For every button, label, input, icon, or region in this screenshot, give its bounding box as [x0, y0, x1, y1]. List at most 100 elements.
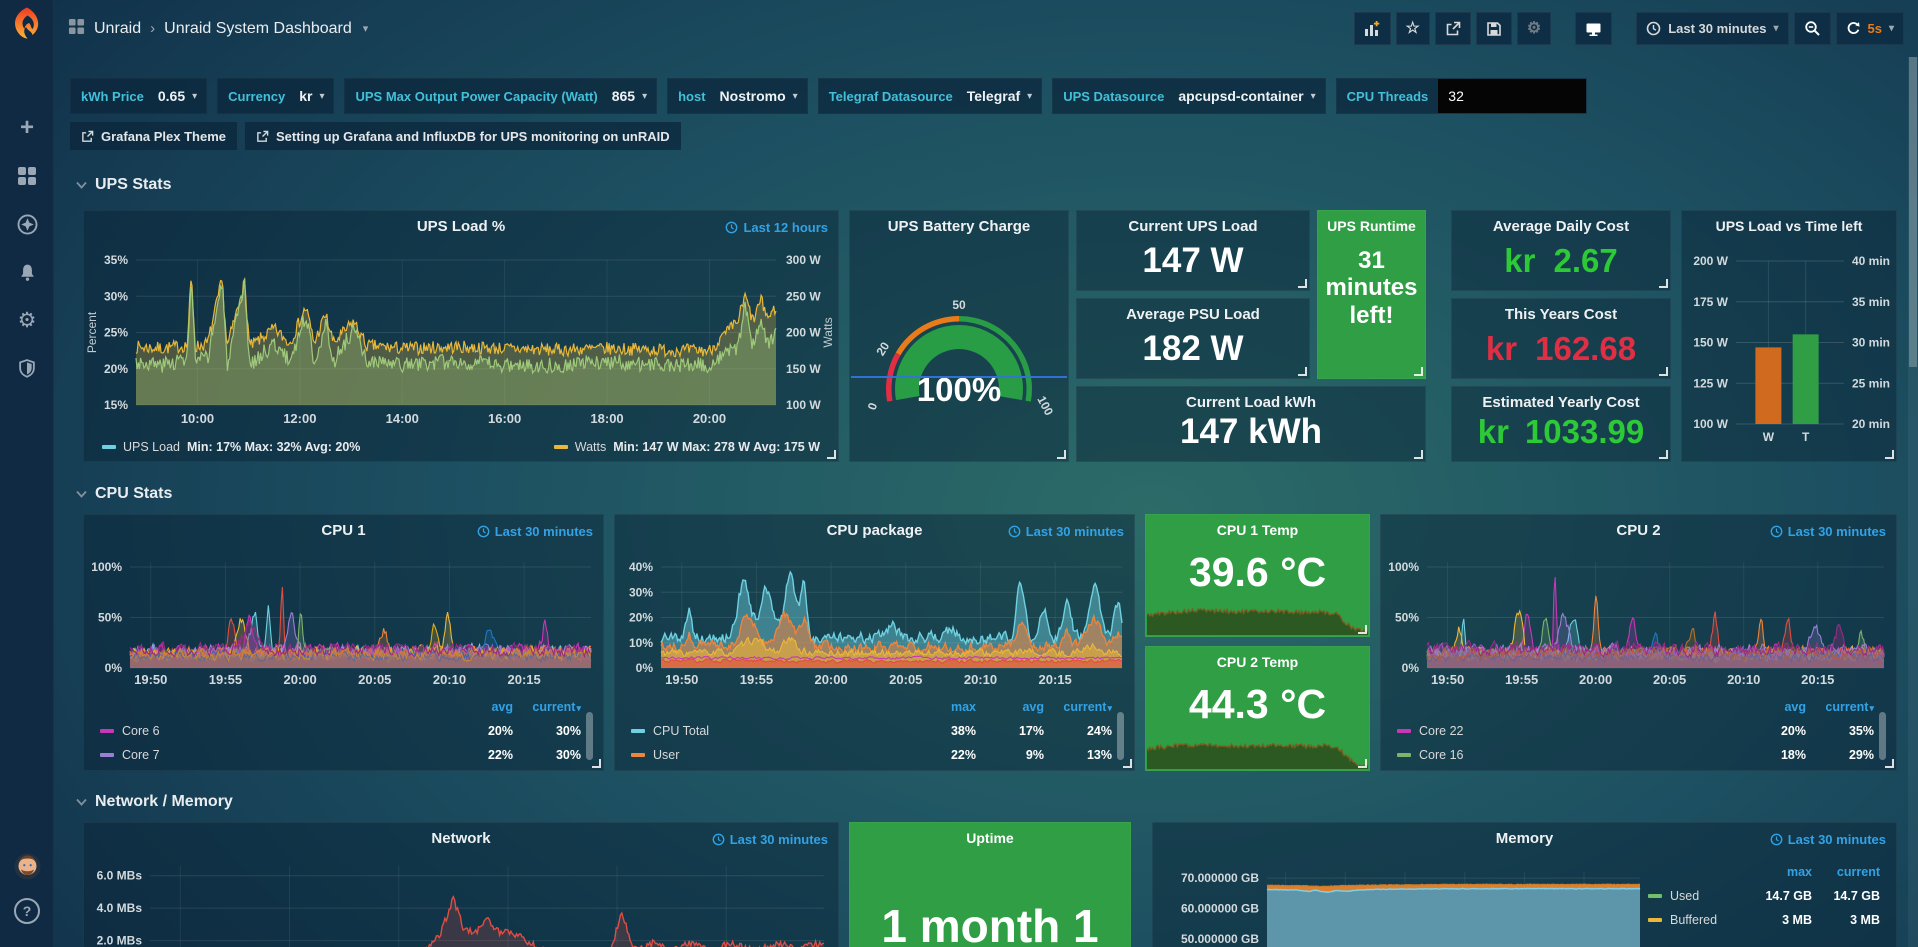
refresh-button[interactable]: 5s ▾: [1836, 12, 1905, 45]
panel-resize-handle[interactable]: [1057, 450, 1066, 459]
variable-value[interactable]: apcupsd-container: [1174, 88, 1307, 104]
panel-resize-handle[interactable]: [1298, 279, 1307, 288]
legend-series-name[interactable]: Core 7: [122, 748, 445, 762]
legend-series-name[interactable]: Used: [1670, 889, 1744, 903]
legend-column-avg[interactable]: avg: [1738, 700, 1806, 714]
variable-ups-datasource[interactable]: UPS Datasourceapcupsd-container▾: [1052, 78, 1325, 114]
panel-resize-handle[interactable]: [1358, 759, 1367, 768]
variable-ups-max-output-power-capacity-watt[interactable]: UPS Max Output Power Capacity (Watt)865▾: [344, 78, 657, 114]
tv-mode-button[interactable]: [1575, 12, 1612, 45]
panel-title[interactable]: UPS Load vs Time left: [1682, 218, 1896, 234]
panel-resize-handle[interactable]: [592, 759, 601, 768]
panel-title[interactable]: CPU 2 Temp: [1146, 654, 1369, 670]
ups-load-vs-time-chart[interactable]: 200 W175 W150 W125 W100 W40 min35 min30 …: [1682, 211, 1896, 461]
section-cpu-stats[interactable]: CPU Stats: [76, 485, 172, 503]
variable-label: UPS Max Output Power Capacity (Watt): [345, 89, 607, 104]
panel-title[interactable]: Uptime: [850, 830, 1130, 846]
variable-value[interactable]: Nostromo: [716, 88, 790, 104]
user-avatar[interactable]: [0, 848, 54, 884]
svg-text:20:10: 20:10: [964, 672, 997, 687]
legend-series-name[interactable]: User: [653, 748, 908, 762]
legend-column-current[interactable]: current▾: [513, 700, 581, 714]
grafana-logo-icon[interactable]: [10, 6, 44, 40]
legend-series-name[interactable]: UPS Load: [123, 440, 180, 454]
legend-series-name[interactable]: Core 22: [1419, 724, 1738, 738]
panel-resize-handle[interactable]: [1659, 367, 1668, 376]
variable-host[interactable]: hostNostromo▾: [667, 78, 808, 114]
panel-resize-handle[interactable]: [1885, 450, 1894, 459]
panel-title[interactable]: Estimated Yearly Cost: [1452, 394, 1670, 411]
panel-title[interactable]: This Years Cost: [1452, 306, 1670, 323]
help-icon[interactable]: ?: [0, 893, 54, 929]
legend-scrollbar[interactable]: [1879, 712, 1886, 760]
ups-battery-gauge[interactable]: 02050100100%: [850, 211, 1068, 461]
star-dashboard-button[interactable]: ☆: [1396, 12, 1430, 45]
create-plus-icon[interactable]: +: [0, 110, 54, 146]
legend-column-current[interactable]: current▾: [1806, 700, 1874, 714]
variable-telegraf-datasource[interactable]: Telegraf DatasourceTelegraf▾: [818, 78, 1043, 114]
variable-input[interactable]: [1438, 79, 1586, 113]
time-range-picker[interactable]: Last 30 minutes ▾: [1636, 12, 1788, 45]
section-ups-stats[interactable]: UPS Stats: [76, 176, 171, 194]
panel-resize-handle[interactable]: [827, 450, 836, 459]
variable-value[interactable]: 0.65: [154, 88, 189, 104]
legend-series-name[interactable]: Buffered: [1670, 913, 1744, 927]
legend-column-max[interactable]: max: [908, 700, 976, 714]
panel-resize-handle[interactable]: [1659, 279, 1668, 288]
dashboard-link-grafana-plex-theme[interactable]: Grafana Plex Theme: [70, 122, 237, 150]
panel-title[interactable]: UPS Battery Charge: [850, 218, 1068, 235]
dashboard-link-setting-up-grafana-and-influxdb-for-ups-monitoring-on-unraid[interactable]: Setting up Grafana and InfluxDB for UPS …: [245, 122, 681, 150]
share-dashboard-button[interactable]: [1435, 12, 1471, 45]
dashboards-icon[interactable]: [0, 158, 54, 194]
panel-title[interactable]: Current UPS Load: [1077, 218, 1309, 235]
legend-scrollbar[interactable]: [1117, 712, 1124, 760]
panel-time-range: Last 30 minutes: [712, 832, 828, 847]
variable-value[interactable]: 865: [608, 88, 639, 104]
scrollbar-thumb[interactable]: [1909, 57, 1917, 367]
panel-resize-handle[interactable]: [1659, 450, 1668, 459]
variable-kwh-price[interactable]: kWh Price0.65▾: [70, 78, 207, 114]
legend-column-current[interactable]: current: [1812, 865, 1880, 879]
variable-cpu-threads[interactable]: CPU Threads: [1336, 78, 1588, 114]
panel-resize-handle[interactable]: [1123, 759, 1132, 768]
panel-title[interactable]: CPU 1 Temp: [1146, 522, 1369, 538]
caret-down-icon[interactable]: ▾: [363, 22, 369, 35]
dashboards-grid-icon[interactable]: [68, 18, 85, 40]
dashboard-settings-button[interactable]: ⚙: [1517, 12, 1551, 45]
panel-title[interactable]: Average PSU Load: [1077, 306, 1309, 323]
legend-series-name[interactable]: CPU Total: [653, 724, 908, 738]
panel-resize-handle[interactable]: [1414, 450, 1423, 459]
save-dashboard-button[interactable]: [1476, 12, 1512, 45]
legend-series-name[interactable]: Watts: [575, 440, 606, 454]
panel-resize-handle[interactable]: [1414, 367, 1423, 376]
panel-title[interactable]: Average Daily Cost: [1452, 218, 1670, 235]
variable-currency[interactable]: Currencykr▾: [217, 78, 334, 114]
dashboard-title[interactable]: Unraid System Dashboard: [164, 20, 352, 38]
legend-column-max[interactable]: max: [1744, 865, 1812, 879]
panel-resize-handle[interactable]: [1885, 759, 1894, 768]
refresh-interval[interactable]: 5s: [1868, 21, 1882, 36]
panel-resize-handle[interactable]: [1298, 367, 1307, 376]
variable-value[interactable]: kr: [295, 88, 316, 104]
server-admin-shield-icon[interactable]: [0, 350, 54, 386]
add-panel-button[interactable]: [1354, 12, 1391, 45]
legend-column-current[interactable]: current▾: [1044, 700, 1112, 714]
zoom-out-time-button[interactable]: [1794, 12, 1831, 45]
alerting-bell-icon[interactable]: [0, 254, 54, 290]
explore-compass-icon[interactable]: [0, 206, 54, 242]
ups-load-chart[interactable]: 10:0012:0014:0016:0018:0020:0035%30%25%2…: [84, 211, 838, 461]
legend-column-avg[interactable]: avg: [445, 700, 513, 714]
variable-value[interactable]: Telegraf: [963, 88, 1024, 104]
panel-resize-handle[interactable]: [1358, 625, 1367, 634]
page-scrollbar[interactable]: [1908, 57, 1918, 947]
breadcrumb-root[interactable]: Unraid: [94, 20, 141, 38]
legend-scrollbar[interactable]: [586, 712, 593, 760]
configuration-gear-icon[interactable]: ⚙: [0, 302, 54, 338]
section-network-memory[interactable]: Network / Memory: [76, 793, 233, 811]
panel-title[interactable]: UPS Runtime: [1318, 218, 1425, 234]
svg-text:T: T: [1802, 430, 1810, 444]
panel-title[interactable]: Current Load kWh: [1077, 394, 1425, 411]
legend-series-name[interactable]: Core 16: [1419, 748, 1738, 762]
legend-series-name[interactable]: Core 6: [122, 724, 445, 738]
legend-column-avg[interactable]: avg: [976, 700, 1044, 714]
